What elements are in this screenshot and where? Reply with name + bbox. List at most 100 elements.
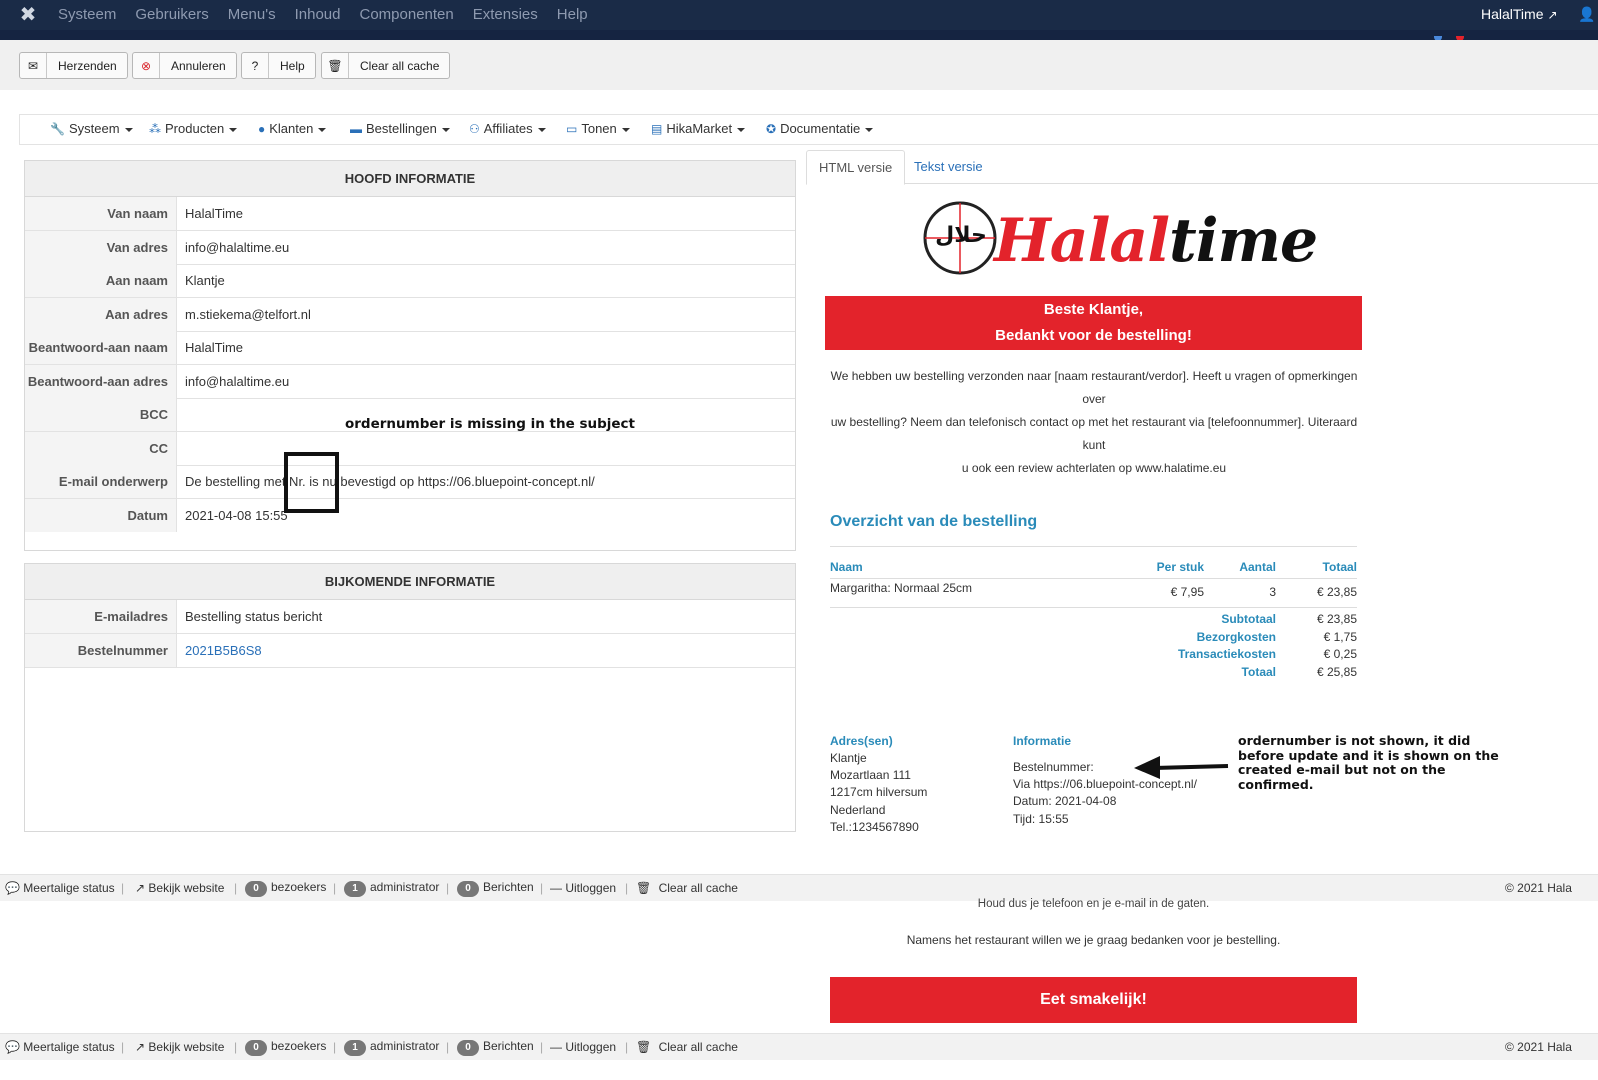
top-menu-help[interactable]: Help (557, 6, 588, 23)
copyright: © 2021 Hala (1505, 1040, 1572, 1054)
view-site-link[interactable]: ↗ Bekijk website (135, 1040, 224, 1054)
info-row-reply-name: Beantwoord-aan naam HalalTime (25, 331, 795, 365)
info-row-to-name: Aan naam Klantje (25, 264, 795, 298)
top-menu-menus[interactable]: Menu's (228, 6, 276, 23)
col-qty: Aantal (1239, 560, 1276, 574)
info-row-date: Datum 2021-04-08 15:55 (25, 499, 795, 533)
visitors-status[interactable]: 0 bezoekers (245, 1039, 326, 1056)
multilang-status[interactable]: 💬 Meertalige status (5, 881, 115, 895)
user-icon[interactable]: 👤 (1578, 6, 1595, 23)
hika-menu-label: Klanten (269, 121, 314, 136)
intro-line-1: We hebben uw bestelling verzonden naar [… (830, 369, 1358, 406)
totals-labels: Subtotaal Bezorgkosten Transactiekosten … (1130, 611, 1276, 681)
resend-button[interactable]: ✉ Herzenden (19, 52, 128, 79)
info-label: Beantwoord-aan adres (25, 365, 177, 398)
greeting-banner: Beste Klantje, Bedankt voor de bestellin… (825, 296, 1362, 350)
status-bar-bottom: 💬 Meertalige status | ↗ Bekijk website |… (0, 1033, 1598, 1060)
hika-menu-affiliates[interactable]: ⚇ Affiliates (469, 121, 546, 136)
extra-row-order-number: Bestelnummer 2021B5B6S8 (25, 634, 795, 668)
info-value: De bestelling met Nr. is nu bevestigd op… (185, 474, 595, 489)
admin-status[interactable]: 1 administrator (344, 880, 439, 897)
separator: | (121, 881, 125, 895)
multilang-status[interactable]: 💬 Meertalige status (5, 1040, 115, 1054)
status-bar: 💬 Meertalige status | ↗ Bekijk website |… (0, 874, 1598, 901)
top-menu-systeem[interactable]: Systeem (58, 6, 116, 23)
tab-html-version[interactable]: HTML versie (806, 150, 906, 185)
top-menu-componenten[interactable]: Componenten (360, 6, 454, 23)
top-menu-inhoud[interactable]: Inhoud (295, 6, 341, 23)
hika-menu-hikamarket[interactable]: ▤ HikaMarket (651, 121, 746, 136)
trash-icon: 🗑 (636, 881, 652, 895)
clear-cache-label: Clear all cache (658, 1040, 738, 1054)
view-site-label: Bekijk website (148, 881, 225, 895)
tab-text-version[interactable]: Tekst versie (902, 150, 995, 185)
email-version-tabs: HTML versie Tekst versie (806, 150, 1598, 185)
clear-cache-button[interactable]: 🗑 Clear all cache (321, 52, 451, 79)
site-link[interactable]: HalalTime ↗ (1481, 6, 1558, 22)
extra-info-title: BIJKOMENDE INFORMATIE (25, 564, 795, 600)
clear-cache-label: Clear all cache (360, 58, 440, 73)
status-clear-cache[interactable]: 🗑 Clear all cache (636, 1040, 738, 1054)
hika-menu-klanten[interactable]: ● Klanten (258, 121, 327, 136)
address-title: Adres(sen) (830, 734, 893, 748)
info-row-reply-address: Beantwoord-aan adres info@halaltime.eu (25, 365, 795, 399)
hika-menu-label: HikaMarket (666, 121, 733, 136)
logout-link[interactable]: — Uitloggen (550, 1040, 616, 1054)
help-circle-icon: ? (242, 53, 269, 78)
transaction-label: Transactiekosten (1177, 647, 1276, 661)
caret-down-icon (229, 127, 238, 132)
view-site-link[interactable]: ↗ Bekijk website (135, 881, 224, 895)
caret-down-icon (124, 127, 133, 132)
joomla-logo-icon[interactable]: ✖ (16, 4, 40, 26)
intro-line-3: u ook een review achterlaten op www.hala… (961, 461, 1227, 475)
separator: | (625, 1040, 629, 1054)
col-name: Naam (830, 560, 863, 574)
separator: | (540, 881, 544, 895)
envelope-icon: ✉ (20, 53, 47, 78)
messages-status[interactable]: 0 Berichten (457, 1039, 534, 1056)
info-line: Datum: 2021-04-08 (1013, 794, 1117, 809)
cancel-circle-icon: ⊗ (133, 53, 160, 78)
separator: | (333, 881, 337, 895)
top-navbar: ✖ Systeem Gebruikers Menu's Inhoud Compo… (0, 0, 1598, 41)
visitors-badge: 0 (245, 1040, 267, 1056)
info-value: HalalTime (185, 206, 244, 221)
order-number-link[interactable]: 2021B5B6S8 (185, 634, 262, 667)
col-unit: Per stuk (1156, 560, 1204, 574)
hika-menu-tonen[interactable]: ▭ Tonen (566, 121, 630, 136)
overview-title: Overzicht van de bestelling (830, 513, 1038, 530)
info-label: E-mail onderwerp (25, 465, 177, 498)
hika-menu-label: Tonen (581, 121, 617, 136)
item-unit-price: € 7,95 (1170, 585, 1204, 599)
top-navbar-underline (0, 30, 1598, 40)
visitors-status[interactable]: 0 bezoekers (245, 880, 326, 897)
caret-down-icon (441, 127, 450, 132)
messages-status[interactable]: 0 Berichten (457, 880, 534, 897)
status-clear-cache[interactable]: 🗑 Clear all cache (636, 881, 738, 895)
admin-status[interactable]: 1 administrator (344, 1039, 439, 1056)
hika-menu-label: Documentatie (780, 121, 861, 136)
life-ring-icon: ✪ (766, 122, 777, 136)
hika-menu-label: Producten (165, 121, 225, 136)
info-value: 2021-04-08 15:55 (185, 508, 288, 523)
top-menu-extensies[interactable]: Extensies (473, 6, 538, 23)
view-site-label: Bekijk website (148, 1040, 225, 1054)
hika-menu-bestellingen[interactable]: ▬ Bestellingen (350, 121, 450, 136)
order-annotation: ordernumber is not shown, it did before … (1238, 733, 1499, 792)
toolbar: ✉ Herzenden ⊗ Annuleren ? Help 🗑 Clear a… (0, 40, 1598, 90)
info-row-cc: CC (25, 432, 795, 466)
info-label: BCC (25, 398, 177, 431)
info-label: Aan adres (25, 298, 177, 331)
hika-menu-documentatie[interactable]: ✪ Documentatie (766, 121, 874, 136)
main-info-panel: HOOFD INFORMATIE Van naam HalalTime Van a… (24, 160, 796, 551)
logout-link[interactable]: — Uitloggen (550, 881, 616, 895)
hika-menu-producten[interactable]: ⁂ Producten (149, 121, 238, 136)
external-link-icon: ↗ (135, 1040, 146, 1054)
top-menu-gebruikers[interactable]: Gebruikers (135, 6, 208, 23)
cancel-button[interactable]: ⊗ Annuleren (132, 52, 237, 79)
wrench-icon: 🔧 (50, 122, 65, 136)
help-button[interactable]: ? Help (241, 52, 316, 79)
visitors-badge: 0 (245, 881, 267, 897)
hika-menu-systeem[interactable]: 🔧 Systeem (50, 121, 133, 136)
extra-row-email: E-mailadres Bestelling status bericht (25, 600, 795, 634)
